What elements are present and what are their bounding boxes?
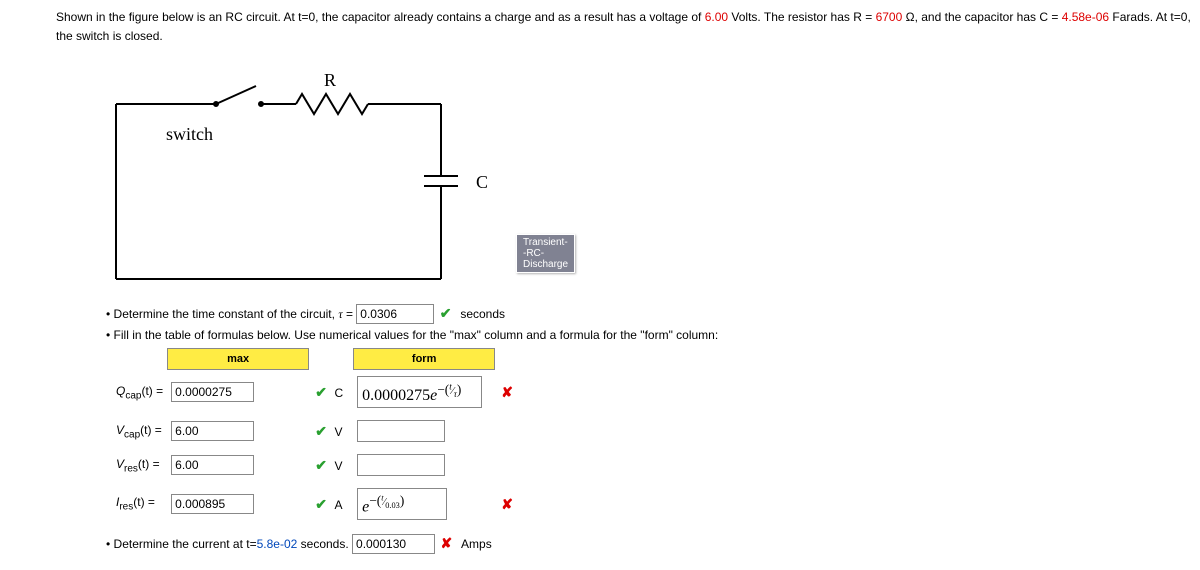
bullet-current: • Determine the current at t=5.8e-02 sec… xyxy=(106,534,1200,554)
text: Determine the current at t= xyxy=(114,537,257,551)
circuit-tooltip: Transient--RC-Discharge xyxy=(516,234,575,273)
unit: V xyxy=(334,459,342,473)
text: seconds. xyxy=(297,537,352,551)
text: Determine the time constant of the circu… xyxy=(114,307,339,321)
col-form: form xyxy=(353,348,495,370)
col-max: max xyxy=(167,348,309,370)
text: Volts. The resistor has R = xyxy=(728,10,876,24)
vcap-form-input[interactable] xyxy=(357,420,445,442)
circuit-svg xyxy=(96,64,526,284)
time-value: 5.8e-02 xyxy=(257,537,298,551)
capacitance-value: 4.58e-06 xyxy=(1062,10,1109,24)
voltage-value: 6.00 xyxy=(705,10,728,24)
text: Shown in the figure below is an RC circu… xyxy=(56,10,705,24)
current-input[interactable] xyxy=(352,534,435,554)
row-ires: Ires(t) = ✔ A e−(t⁄0.03) ✘ xyxy=(112,482,519,525)
problem-statement: Shown in the figure below is an RC circu… xyxy=(56,8,1200,46)
text: Ω, and the capacitor has C = xyxy=(902,10,1061,24)
vres-max-input[interactable] xyxy=(171,455,254,475)
resistor-label: R xyxy=(324,70,336,91)
cross-icon: ✘ xyxy=(499,496,515,513)
check-icon: ✔ xyxy=(438,305,454,322)
unit: C xyxy=(334,386,343,400)
text: = xyxy=(343,307,357,321)
resistance-value: 6700 xyxy=(876,10,903,24)
ires-max-input[interactable] xyxy=(171,494,254,514)
unit: V xyxy=(334,425,342,439)
qcap-form-input[interactable]: 0.0000275e−(t⁄τ) xyxy=(357,376,482,408)
cross-icon: ✘ xyxy=(499,384,515,401)
check-icon: ✔ xyxy=(313,384,329,401)
qcap-max-input[interactable] xyxy=(171,382,254,402)
vcap-max-input[interactable] xyxy=(171,421,254,441)
capacitor-label: C xyxy=(476,172,488,193)
check-icon: ✔ xyxy=(313,496,329,513)
cross-icon: ✘ xyxy=(438,535,454,552)
row-vcap: Vcap(t) = ✔ V xyxy=(112,414,519,448)
current-unit: Amps xyxy=(461,537,492,551)
bullet-table-instr: • Fill in the table of formulas below. U… xyxy=(106,328,1200,342)
row-vres: Vres(t) = ✔ V xyxy=(112,448,519,482)
vres-form-input[interactable] xyxy=(357,454,445,476)
switch-label: switch xyxy=(166,124,213,145)
check-icon: ✔ xyxy=(313,457,329,474)
unit: A xyxy=(334,498,342,512)
formula-table: max form Qcap(t) = ✔ C 0.0000275e−(t⁄τ) … xyxy=(112,348,519,525)
ires-form-input[interactable]: e−(t⁄0.03) xyxy=(357,488,447,519)
tau-input[interactable] xyxy=(356,304,434,324)
bullet-tau: • Determine the time constant of the cir… xyxy=(106,304,1200,324)
circuit-diagram: switch R C Transient--RC-Discharge xyxy=(96,64,526,284)
row-qcap: Qcap(t) = ✔ C 0.0000275e−(t⁄τ) ✘ xyxy=(112,370,519,414)
check-icon: ✔ xyxy=(313,423,329,440)
tau-unit: seconds xyxy=(460,307,505,321)
